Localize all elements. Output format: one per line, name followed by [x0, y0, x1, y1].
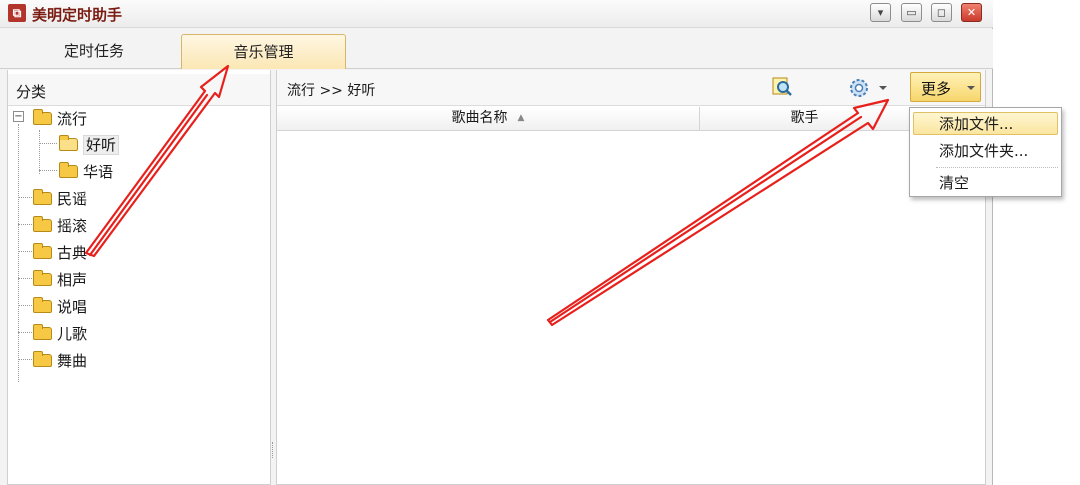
folder-icon — [33, 216, 52, 232]
column-artist[interactable]: 歌手 — [700, 107, 910, 131]
settings-button[interactable] — [847, 76, 891, 100]
tree-line — [39, 170, 57, 171]
app-logo-icon: ⧉ — [8, 4, 26, 22]
splitter-grip-icon — [272, 442, 274, 458]
menu-add-file[interactable]: 添加文件... — [913, 112, 1058, 135]
chevron-down-icon — [879, 86, 887, 90]
song-table-header: 歌曲名称 ▲ 歌手 — [277, 107, 985, 131]
folder-icon — [33, 189, 52, 205]
tab-music-management[interactable]: 音乐管理 — [181, 34, 346, 69]
find-icon[interactable] — [771, 76, 795, 100]
category-pane: 分类 − 流行 好听 华语 民谣 摇滚 古典 相声 说唱 儿歌 舞曲 — [7, 70, 271, 485]
menu-separator — [936, 167, 1058, 168]
chevron-down-icon — [967, 86, 975, 90]
category-header: 分类 — [8, 74, 270, 106]
song-toolbar: 流行 >> 好听 更多 — [277, 70, 985, 106]
menu-clear[interactable]: 清空 — [913, 172, 1058, 195]
app-window: ⧉ 美明定时助手 ▾ ▭ ◻ ✕ 定时任务 音乐管理 分类 − 流行 好听 华语… — [0, 0, 993, 485]
song-pane: 流行 >> 好听 更多 歌曲名称 ▲ 歌手 — [276, 70, 986, 485]
tree-item-crosstalk[interactable]: 相声 — [33, 269, 87, 293]
dropdown-icon[interactable]: ▾ — [870, 3, 891, 22]
tree-item-chinese[interactable]: 华语 — [59, 161, 113, 185]
folder-icon — [33, 270, 52, 286]
minimize-icon[interactable]: ▭ — [901, 3, 922, 22]
tab-scheduled-tasks[interactable]: 定时任务 — [30, 34, 158, 69]
tree-line — [18, 124, 19, 382]
tree-item-dance[interactable]: 舞曲 — [33, 350, 87, 374]
breadcrumb: 流行 >> 好听 — [287, 83, 376, 99]
tree-item-classical[interactable]: 古典 — [33, 242, 87, 266]
tree-item-folk[interactable]: 民谣 — [33, 188, 87, 212]
window-title: 美明定时助手 — [32, 6, 123, 24]
folder-icon — [33, 351, 52, 367]
tree-item-rock[interactable]: 摇滚 — [33, 215, 87, 239]
collapse-toggle[interactable]: − — [13, 111, 24, 122]
folder-icon — [33, 324, 52, 340]
menu-add-folder[interactable]: 添加文件夹... — [913, 140, 1058, 163]
tree-item-kids[interactable]: 儿歌 — [33, 323, 87, 347]
sort-ascending-icon: ▲ — [517, 113, 525, 123]
tree-item-nice[interactable]: 好听 — [59, 134, 120, 158]
gear-icon — [850, 79, 868, 97]
more-menu: 添加文件... 添加文件夹... 清空 — [909, 107, 1062, 197]
folder-icon — [33, 109, 52, 125]
more-button[interactable]: 更多 — [910, 72, 981, 102]
tree-item-rap[interactable]: 说唱 — [33, 296, 87, 320]
title-bar: ⧉ 美明定时助手 ▾ ▭ ◻ ✕ — [0, 0, 993, 28]
tree-line — [39, 143, 57, 144]
open-folder-icon — [59, 135, 78, 151]
tab-strip: 定时任务 音乐管理 — [0, 29, 993, 69]
tree-item-pop[interactable]: 流行 — [33, 108, 87, 132]
folder-icon — [33, 243, 52, 259]
category-header-label: 分类 — [16, 83, 47, 101]
folder-icon — [33, 297, 52, 313]
column-song-name[interactable]: 歌曲名称 ▲ — [277, 107, 700, 131]
restore-icon[interactable]: ◻ — [931, 3, 952, 22]
close-icon[interactable]: ✕ — [961, 3, 982, 22]
tree-line — [39, 130, 40, 174]
folder-icon — [59, 162, 78, 178]
